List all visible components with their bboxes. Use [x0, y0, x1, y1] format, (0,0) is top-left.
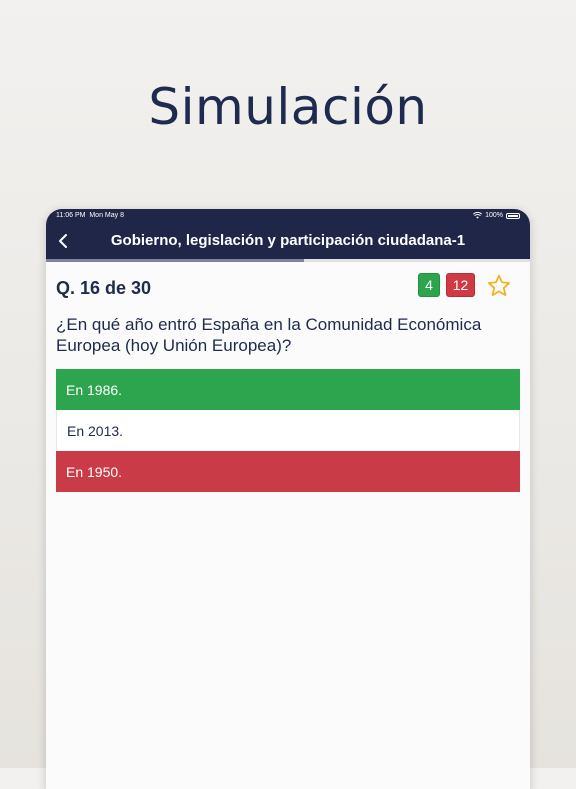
answer-list: En 1986. En 2013. En 1950. [46, 369, 530, 492]
answer-label: En 1986. [66, 381, 123, 398]
battery-icon [506, 212, 520, 219]
question-text: ¿En qué año entró España en la Comunidad… [56, 315, 482, 355]
answer-option[interactable]: En 2013. [56, 410, 520, 451]
star-outline-icon[interactable] [486, 273, 512, 299]
answer-label: En 2013. [67, 422, 124, 439]
status-time: 11:06 PM Mon May 8 [56, 212, 124, 219]
nav-header: Gobierno, legislación y participación ci… [46, 226, 530, 256]
chevron-left-icon[interactable] [54, 231, 74, 251]
nav-title: Gobierno, legislación y participación ci… [110, 232, 466, 249]
answer-option-correct[interactable]: En 1986. [56, 369, 520, 410]
promo-title: Simulación [148, 78, 428, 136]
status-bar: 11:06 PM Mon May 8 100% [56, 212, 520, 223]
wrong-count-badge: 12 [446, 273, 475, 297]
question-number: Q. 16 de 30 [56, 278, 152, 298]
status-time-text: 11:06 PM [56, 212, 86, 219]
correct-count-badge: 4 [418, 273, 440, 297]
answer-option-wrong[interactable]: En 1950. [56, 451, 520, 492]
battery-text: 100% [485, 212, 503, 219]
wifi-icon [473, 212, 483, 219]
tablet-screen: 11:06 PM Mon May 8 100% Gobierno, legisl… [46, 209, 530, 789]
question-header: Q. 16 de 30 4 12 [46, 262, 530, 312]
status-date-text: Mon May 8 [89, 212, 124, 219]
answer-label: En 1950. [66, 463, 123, 480]
status-right: 100% [473, 212, 520, 219]
navigation-bar: 11:06 PM Mon May 8 100% Gobierno, legisl… [46, 209, 530, 259]
